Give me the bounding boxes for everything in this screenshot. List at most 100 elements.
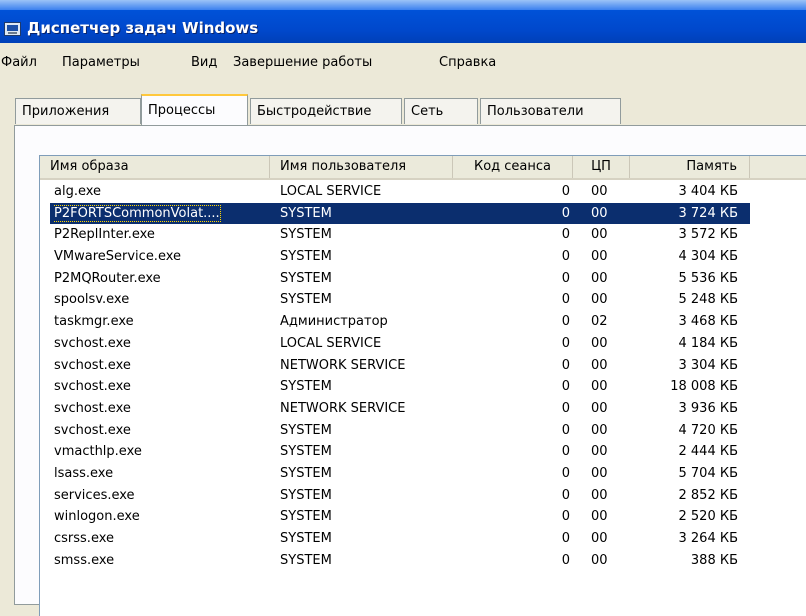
process-row[interactable]: lsass.exe SYSTEM 0 00 5 704 КБ [40,463,806,485]
process-user: SYSTEM [280,463,455,485]
process-session-id: 0 [452,463,570,485]
process-memory: 3 404 КБ [638,181,739,203]
process-row[interactable]: vmacthlp.exe SYSTEM 0 00 2 444 КБ [40,441,806,463]
process-name: alg.exe [54,181,266,203]
process-row[interactable]: svchost.exe SYSTEM 0 00 18 008 КБ [40,376,806,398]
menu-view[interactable]: Вид [191,55,217,70]
process-row[interactable]: P2MQRouter.exe SYSTEM 0 00 5 536 КБ [40,268,806,290]
process-memory-text: 3 724 КБ [678,205,739,221]
process-cpu-text: 02 [591,314,608,330]
process-user: SYSTEM [280,268,455,290]
process-memory: 2 520 КБ [638,506,739,528]
process-session-id: 0 [452,246,570,268]
process-user: Администратор [280,311,455,333]
column-user-name[interactable]: Имя пользователя [270,156,453,178]
process-name-text: alg.exe [54,184,102,199]
process-user-text: SYSTEM [280,379,332,395]
process-memory: 2 852 КБ [638,485,739,507]
tab-performance[interactable]: Быстродействие [250,98,402,124]
process-user: SYSTEM [280,420,455,442]
menu-shutdown[interactable]: Завершение работы [233,55,372,70]
process-row[interactable]: P2ReplInter.exe SYSTEM 0 00 3 572 КБ [40,224,806,246]
process-row[interactable]: VMwareService.exe SYSTEM 0 00 4 304 КБ [40,246,806,268]
process-memory-text: 5 248 КБ [678,292,739,308]
process-name: vmacthlp.exe [54,441,266,463]
tab-users[interactable]: Пользователи [480,98,621,124]
column-session-id[interactable]: Код сеанса [453,156,573,178]
process-cpu-text: 00 [591,292,608,308]
process-user: NETWORK SERVICE [280,355,455,377]
process-row[interactable]: alg.exe LOCAL SERVICE 0 00 3 404 КБ [40,181,806,203]
process-name-text: svchost.exe [54,422,131,438]
process-memory: 388 КБ [638,550,738,572]
process-memory-text: 3 572 КБ [678,227,739,243]
column-image-name[interactable]: Имя образа [40,156,270,178]
process-user-text: Администратор [280,314,388,330]
process-cpu-text: 00 [591,531,608,546]
process-user-text: SYSTEM [280,444,332,460]
process-session-id: 0 [452,420,570,442]
column-header-row: Имя образа Имя пользователя Код сеанса Ц… [40,156,806,180]
process-row[interactable]: svchost.exe NETWORK SERVICE 0 00 3 936 КБ [40,398,806,420]
process-name-text: lsass.exe [54,465,114,481]
process-cpu-text: 00 [591,509,608,525]
process-memory-text: 2 444 КБ [678,444,739,460]
process-list[interactable]: Имя образа Имя пользователя Код сеанса Ц… [39,155,806,616]
tab-applications[interactable]: Приложения [15,98,141,124]
process-row[interactable]: spoolsv.exe SYSTEM 0 00 5 248 КБ [40,289,806,311]
process-row[interactable]: P2FORTSCommonVolat.... SYSTEM 0 00 3 724 КБ [40,202,806,225]
process-memory-text: 5 536 КБ [678,270,739,286]
process-row[interactable]: smss.exe SYSTEM 0 00 388 КБ [40,550,806,572]
process-memory: 3 264 КБ [638,528,739,550]
process-cpu: 00 [591,441,619,463]
menu-help[interactable]: Справка [439,55,496,70]
process-session-id: 0 [452,355,570,377]
process-session-id: 0 [452,268,570,290]
process-cpu: 00 [591,528,619,550]
process-memory-text: 5 704 КБ [678,465,739,481]
process-row[interactable]: services.exe SYSTEM 0 00 2 852 КБ [40,485,806,507]
process-row[interactable]: csrss.exe SYSTEM 0 00 3 264 КБ [40,528,806,550]
process-memory-text: 3 936 КБ [678,400,739,416]
menu-file[interactable]: Файл [1,55,37,70]
process-session-id-text: 0 [561,444,570,460]
task-manager-icon[interactable] [4,22,21,36]
process-memory: 3 936 КБ [638,398,739,420]
title-bar[interactable]: Диспетчер задач Windows [0,0,806,43]
process-user: SYSTEM [280,550,455,572]
process-user: SYSTEM [280,289,455,311]
process-cpu-text: 00 [591,335,608,351]
process-name-text: svchost.exe [54,379,131,395]
process-cpu: 00 [591,463,619,485]
process-row[interactable]: svchost.exe SYSTEM 0 00 4 720 КБ [40,420,806,442]
process-session-id: 0 [452,550,570,572]
tab-strip: Приложения Процессы Быстродействие Сеть … [0,94,806,126]
process-session-id: 0 [452,203,570,225]
process-row[interactable]: svchost.exe LOCAL SERVICE 0 00 4 184 КБ [40,333,806,355]
process-row[interactable]: taskmgr.exe Администратор 0 02 3 468 КБ [40,311,806,333]
process-name: P2FORTSCommonVolat.... [54,203,266,225]
process-row[interactable]: winlogon.exe SYSTEM 0 00 2 520 КБ [40,506,806,528]
process-name-text: services.exe [54,487,135,503]
process-row[interactable]: svchost.exe NETWORK SERVICE 0 00 3 304 КБ [40,355,806,377]
process-memory-text: 388 КБ [690,552,738,568]
tab-processes[interactable]: Процессы [141,94,248,125]
process-session-id-text: 0 [561,227,570,243]
process-name: VMwareService.exe [54,246,266,268]
process-cpu: 00 [591,333,619,355]
column-cpu[interactable]: ЦП [573,156,630,178]
process-memory: 5 704 КБ [638,463,739,485]
process-session-id: 0 [452,289,570,311]
menu-options[interactable]: Параметры [62,55,140,70]
process-cpu: 00 [591,289,619,311]
process-memory: 3 304 КБ [638,355,739,377]
process-name: csrss.exe [54,528,266,550]
process-memory-text: 3 264 КБ [678,531,739,546]
column-memory[interactable]: Память [630,156,750,178]
process-name: svchost.exe [54,355,266,377]
process-name-text: VMwareService.exe [54,249,182,265]
process-name-text: svchost.exe [54,400,131,416]
process-session-id: 0 [452,441,570,463]
tab-network[interactable]: Сеть [404,98,478,124]
process-cpu: 00 [591,224,619,246]
